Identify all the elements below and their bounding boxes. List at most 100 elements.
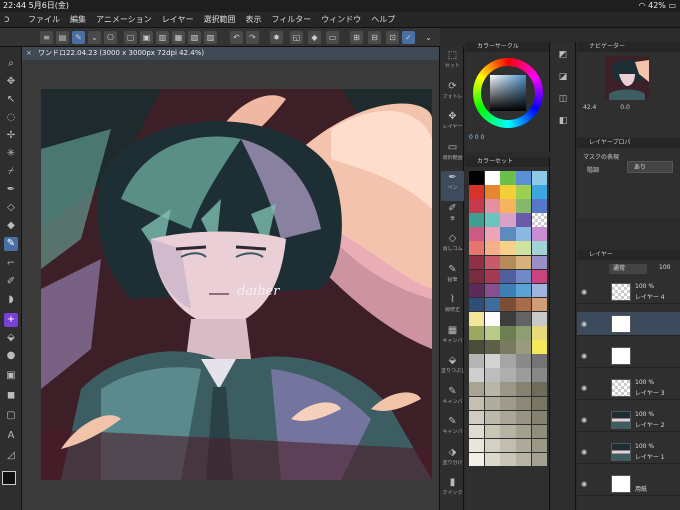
color-swatch[interactable] <box>500 297 516 312</box>
color-swatch[interactable] <box>484 424 500 439</box>
color-swatch[interactable] <box>516 255 532 270</box>
color-swatch[interactable] <box>500 340 516 354</box>
check-icon[interactable]: ✓ <box>402 31 415 44</box>
snap-icon[interactable]: ⊟ <box>368 31 381 44</box>
color-swatch[interactable] <box>516 199 532 213</box>
color-swatch[interactable] <box>484 340 500 354</box>
color-swatch[interactable] <box>469 424 485 439</box>
chevron-down-icon[interactable]: ⌄ <box>422 31 435 44</box>
color-swatch[interactable] <box>516 171 532 185</box>
figure-tool-icon[interactable]: + <box>4 313 18 327</box>
color-swatch[interactable] <box>500 311 516 326</box>
color-swatch[interactable] <box>469 382 485 396</box>
color-swatch[interactable] <box>531 354 547 368</box>
menu-item[interactable]: ウィンドウ <box>316 12 366 28</box>
ruler-icon[interactable]: ⊡ <box>386 31 399 44</box>
color-swatch[interactable] <box>531 185 547 199</box>
menu-item[interactable]: アニメーション <box>91 12 157 28</box>
export-icon[interactable]: ▦ <box>172 31 185 44</box>
move-layer-tool-icon[interactable]: ✢ <box>4 129 18 143</box>
blend-mode-select[interactable]: 通常 <box>609 264 647 274</box>
app-logo-icon[interactable]: ↄ <box>4 14 18 26</box>
pen-tool-icon[interactable]: ✒ <box>4 183 18 197</box>
main-sub-color-chip[interactable] <box>2 471 21 507</box>
visibility-eye-icon[interactable]: ◉ <box>581 352 591 360</box>
color-swatch[interactable] <box>484 199 500 213</box>
layer-row[interactable]: ◉ 用紙 <box>577 472 680 496</box>
color-swatch[interactable] <box>469 438 485 453</box>
navigator-rotation[interactable]: 0.0 <box>620 104 630 111</box>
color-swatch[interactable] <box>531 438 547 453</box>
transform-icon[interactable]: ✸ <box>270 31 283 44</box>
zoom-tool-icon[interactable]: ⌕ <box>4 57 18 71</box>
color-swatch[interactable] <box>500 368 516 382</box>
color-swatch[interactable] <box>500 438 516 453</box>
color-swatch[interactable] <box>531 410 547 425</box>
selection-icon[interactable]: ⊞ <box>350 31 363 44</box>
color-swatch[interactable] <box>484 438 500 453</box>
hue-ring[interactable] <box>473 58 543 128</box>
sub-tool-item[interactable]: ▭ 選択範囲 <box>441 141 464 171</box>
color-swatch[interactable] <box>531 283 547 298</box>
navigator-thumbnail[interactable] <box>605 56 649 100</box>
layer-row[interactable]: ◉ <box>577 312 680 336</box>
lasso-tool-icon[interactable]: ◌ <box>4 111 18 125</box>
color-swatch[interactable] <box>469 255 485 270</box>
layer-opacity[interactable]: 100 <box>659 264 670 271</box>
color-swatch[interactable] <box>516 227 532 241</box>
color-swatch[interactable] <box>500 354 516 368</box>
color-swatch[interactable] <box>531 255 547 270</box>
color-swatch[interactable] <box>531 199 547 213</box>
color-swatch[interactable] <box>531 297 547 312</box>
pencil-tool-icon[interactable]: ✎ <box>4 237 18 251</box>
color-swatch[interactable] <box>484 452 500 467</box>
color-swatch[interactable] <box>516 185 532 199</box>
color-swatch[interactable] <box>516 326 532 340</box>
color-swatch[interactable] <box>500 185 516 199</box>
color-swatch[interactable] <box>516 396 532 411</box>
sub-tool-item[interactable]: ✎ キャンバ <box>441 415 464 445</box>
layer-row[interactable]: ◉ 100 % レイヤー 2 <box>577 408 680 432</box>
visibility-eye-icon[interactable]: ◉ <box>581 480 591 488</box>
color-swatch[interactable] <box>500 199 516 213</box>
fill-icon[interactable]: ◆ <box>308 31 321 44</box>
visibility-eye-icon[interactable]: ◉ <box>581 416 591 424</box>
color-swatch[interactable] <box>484 311 500 326</box>
color-swatch[interactable] <box>484 382 500 396</box>
balloon-tool-icon[interactable]: ◼ <box>4 389 18 403</box>
color-swatch[interactable] <box>469 311 485 326</box>
deselect-icon[interactable]: ◱ <box>290 31 303 44</box>
color-swatch[interactable] <box>516 269 532 284</box>
layer-row[interactable]: ◉ 100 % レイヤー 1 <box>577 440 680 464</box>
color-swatch[interactable] <box>531 269 547 284</box>
layer-row[interactable]: ◉ <box>577 344 680 368</box>
color-swatch[interactable] <box>516 311 532 326</box>
sub-tool-item[interactable]: ✒ ペン <box>441 171 464 201</box>
color-swatch[interactable] <box>531 424 547 439</box>
panel-icon-2[interactable]: ◪ <box>556 70 570 84</box>
visibility-eye-icon[interactable]: ◉ <box>581 320 591 328</box>
color-swatch[interactable] <box>484 410 500 425</box>
color-swatch[interactable] <box>500 424 516 439</box>
open-file-icon[interactable]: ▣ <box>140 31 153 44</box>
panel-icon-3[interactable]: ◫ <box>556 92 570 106</box>
panel-icon-4[interactable]: ◧ <box>556 114 570 128</box>
color-swatch[interactable] <box>484 213 500 227</box>
menu-item[interactable]: 編集 <box>65 12 91 28</box>
document-tab[interactable]: × ワンドロ22.04.23 (3000 x 3000px 72dpi 42.4… <box>22 47 439 60</box>
color-swatch[interactable] <box>500 452 516 467</box>
sub-tool-item[interactable]: ⬗ 塗り分け <box>441 446 464 476</box>
display-select[interactable]: あり <box>627 161 673 173</box>
color-swatch[interactable] <box>469 269 485 284</box>
color-swatch[interactable] <box>531 171 547 185</box>
correct-line-tool-icon[interactable]: ◿ <box>4 449 18 463</box>
color-swatch[interactable] <box>469 171 485 185</box>
color-swatch[interactable] <box>469 326 485 340</box>
panel-icon[interactable]: ◩ <box>556 48 570 62</box>
print-icon[interactable]: ▨ <box>204 31 217 44</box>
artwork[interactable]: daiber <box>41 89 432 480</box>
color-swatch[interactable] <box>469 185 485 199</box>
color-swatch[interactable] <box>500 241 516 256</box>
color-swatch[interactable] <box>516 283 532 298</box>
color-swatch[interactable] <box>469 199 485 213</box>
